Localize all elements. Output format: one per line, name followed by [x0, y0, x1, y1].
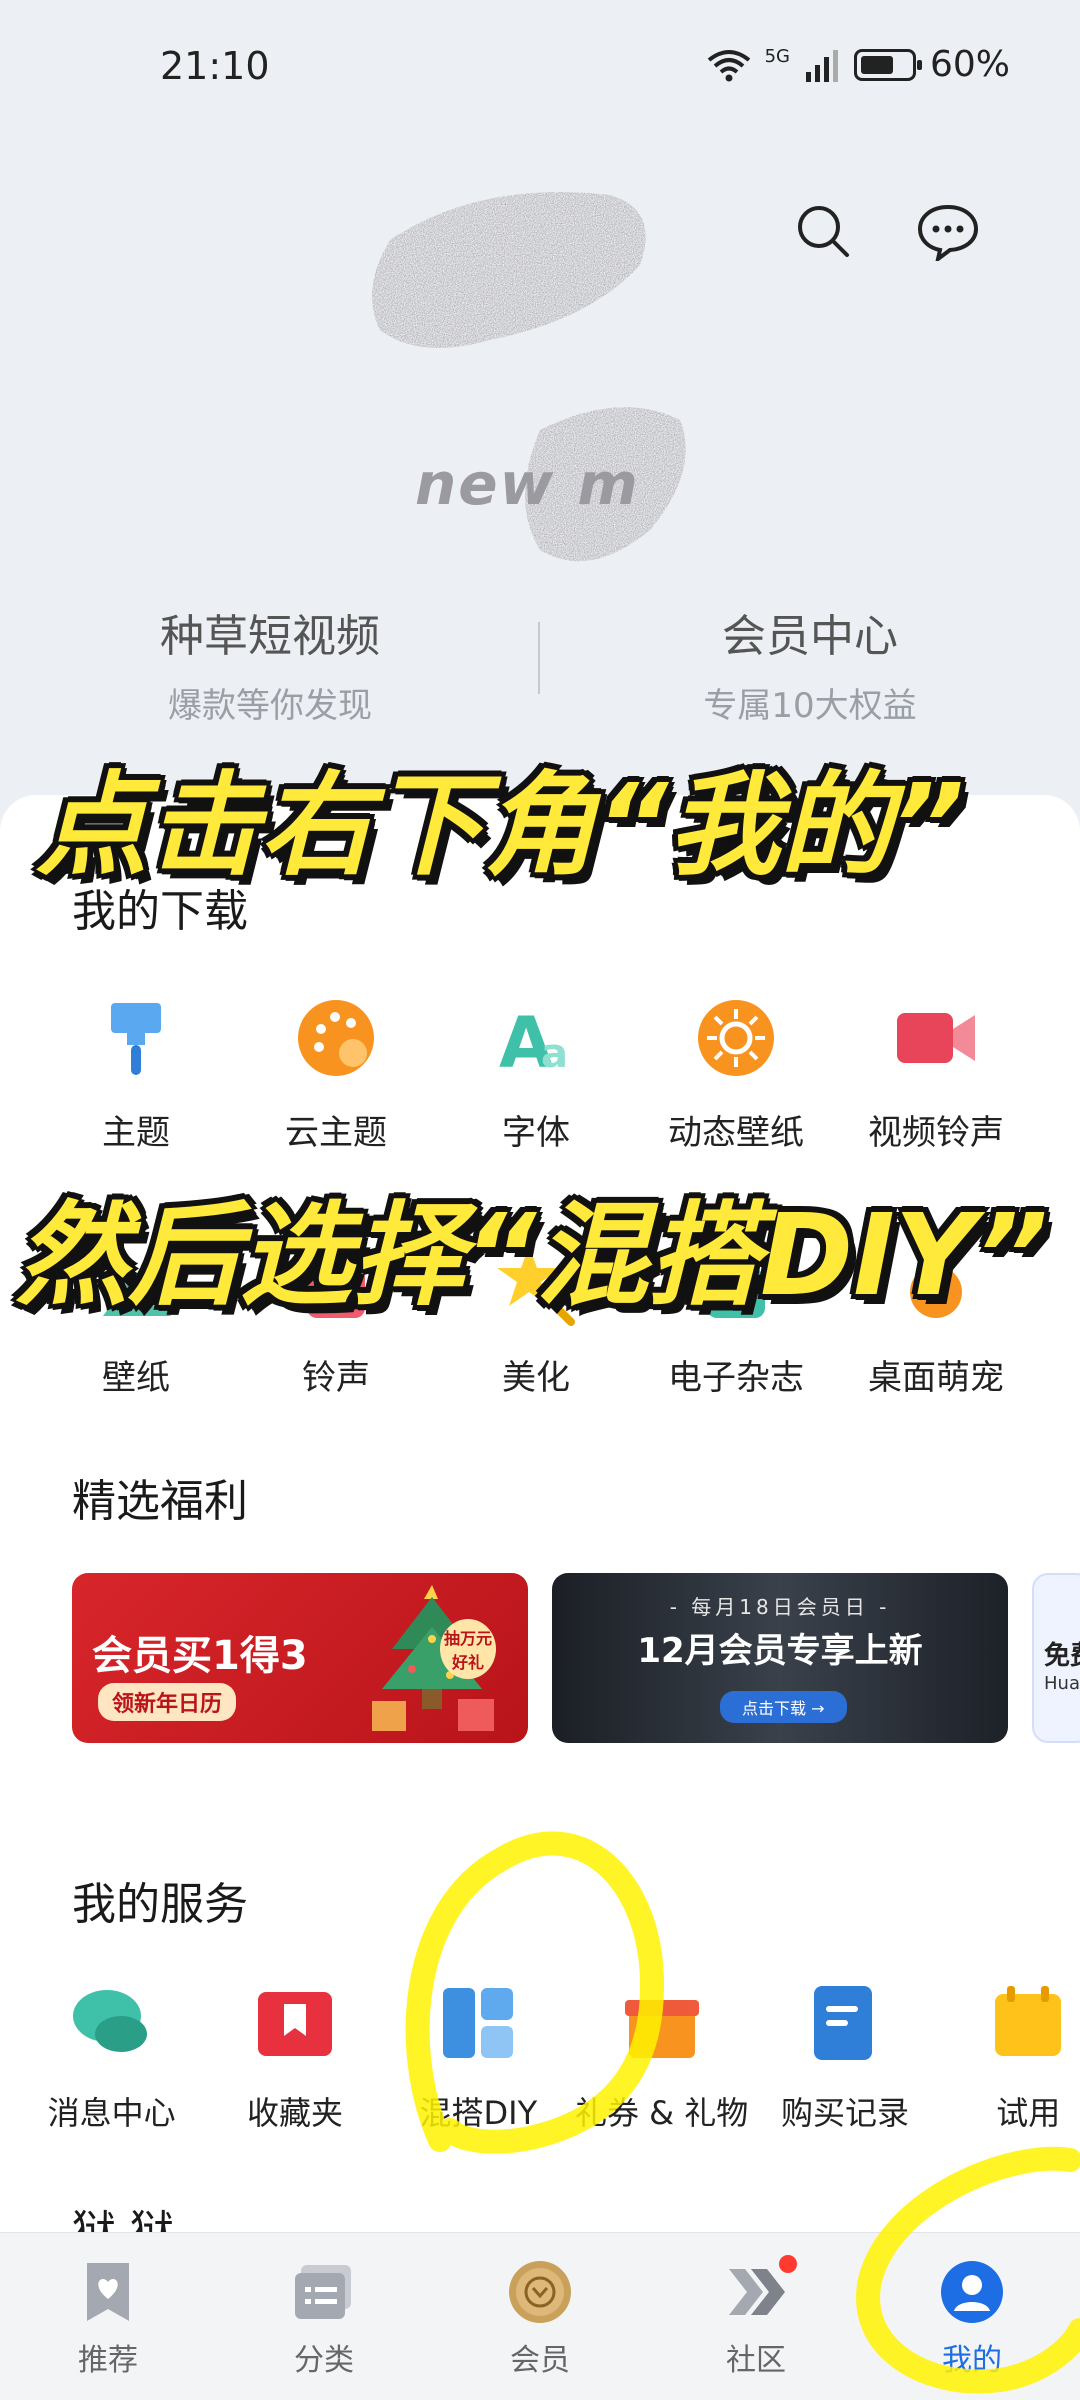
downloads-row-1: 主题 云主题 A a 字体 动态壁纸 视频铃声 [36, 995, 1080, 1154]
section-title-partial: 狱 狱 [72, 2206, 174, 2235]
download-item-live-wallpaper[interactable]: 动态壁纸 [636, 995, 836, 1154]
font-icon: A a [499, 1002, 568, 1081]
download-item-video-ringtone[interactable]: 视频铃声 [836, 995, 1036, 1154]
item-label: 壁纸 [102, 1358, 170, 1398]
item-label: 电子杂志 [668, 1358, 804, 1398]
chat-bubble-icon [917, 204, 979, 261]
wifi-icon [707, 49, 750, 81]
item-label: 收藏夹 [246, 2094, 343, 2132]
recommend-icon [87, 2263, 129, 2321]
svg-text:a: a [541, 1031, 568, 1077]
divider [538, 622, 540, 694]
banner-download-button[interactable]: 点击下载 → [720, 1691, 847, 1723]
service-message-center[interactable]: 消息中心 [20, 1980, 203, 2134]
item-label: 购买记录 [780, 2094, 909, 2132]
promo-short-video[interactable]: 种草短视频 爆款等你发现 [0, 600, 540, 730]
banner-member-day[interactable]: - 每月18日会员日 - 12月会员专享上新 点击下载 → [552, 1573, 1008, 1743]
promo-row: 种草短视频 爆款等你发现 会员中心 专属10大权益 [0, 600, 1080, 730]
item-label: 视频铃声 [868, 1113, 1004, 1153]
banner-headline: 会员买1得3 [92, 1633, 308, 1679]
promo-subtitle: 爆款等你发现 [168, 686, 372, 726]
nav-label: 社区 [726, 2343, 786, 2378]
status-bar: 21:10 5G 60% [0, 0, 1080, 120]
search-icon [798, 206, 849, 257]
tutorial-caption-1: 点击右下角“我的” [36, 761, 965, 891]
signal-icon [805, 49, 838, 82]
battery-icon [853, 48, 922, 81]
community-icon [729, 2269, 785, 2315]
message-button[interactable] [916, 200, 980, 264]
banner-small: Hua [1044, 1673, 1080, 1694]
live-wallpaper-icon [698, 1000, 774, 1076]
highlight-circle-mix-diy [405, 1831, 665, 2154]
item-label: 主题 [102, 1113, 170, 1153]
logo-art [372, 192, 686, 562]
trial-icon [995, 1986, 1062, 2056]
community-icon-wrap [723, 2255, 797, 2325]
header-actions [792, 200, 980, 264]
banner-partial[interactable]: 免费 Hua [1032, 1573, 1080, 1743]
status-icons: 5G 60% [707, 44, 1010, 85]
item-label: 美化 [502, 1358, 570, 1398]
promo-title: 种草短视频 [160, 611, 380, 662]
search-button[interactable] [792, 200, 856, 264]
banner-headline: 12月会员专享上新 [637, 1631, 923, 1671]
banner-text: 免费 [1044, 1641, 1080, 1671]
palette-icon [298, 1000, 374, 1076]
item-label: 云主题 [285, 1113, 387, 1153]
nav-category[interactable]: 分类 [216, 2233, 432, 2400]
item-label: 字体 [502, 1113, 570, 1153]
notification-badge [779, 2255, 797, 2273]
tutorial-caption-2: 然后选择“混搭DIY” [16, 1191, 1049, 1321]
highlight-circle-profile [856, 2146, 1080, 2394]
welfare-banners: 会员买1得3 领新年日历 抽万元好礼 - 每月18日会员日 - 12月会员专享上… [72, 1573, 1080, 1743]
network-type: 5G [764, 46, 790, 67]
service-trial[interactable]: 试用 [937, 1980, 1080, 2134]
purchase-record-icon [813, 1986, 872, 2060]
download-item-font[interactable]: A a 字体 [436, 995, 636, 1154]
nav-vip[interactable]: 会员 [432, 2233, 648, 2400]
item-label: 铃声 [302, 1358, 370, 1398]
service-purchase-records[interactable]: 购买记录 [753, 1980, 936, 2134]
service-favorites[interactable]: 收藏夹 [203, 1980, 386, 2134]
video-ringtone-icon [897, 1013, 975, 1063]
bookmark-icon [257, 1992, 332, 2056]
nav-label: 会员 [510, 2343, 570, 2378]
nav-label: 推荐 [78, 2343, 138, 2378]
download-item-theme[interactable]: 主题 [36, 995, 236, 1154]
banner-member-buy[interactable]: 会员买1得3 领新年日历 抽万元好礼 [72, 1573, 528, 1743]
brush-icon [111, 1003, 161, 1075]
promo-member-center[interactable]: 会员中心 专属10大权益 [540, 600, 1080, 730]
banner-tag: 抽万元好礼 [440, 1619, 496, 1679]
item-label: 动态壁纸 [668, 1113, 804, 1153]
section-title-welfare: 精选福利 [72, 1476, 248, 1527]
status-time: 21:10 [160, 44, 270, 88]
banner-top: - 每月18日会员日 - [669, 1595, 891, 1619]
logo-text: new m [415, 450, 640, 518]
promo-title: 会员中心 [722, 611, 898, 662]
item-label: 桌面萌宠 [868, 1358, 1004, 1398]
message-icon [72, 1990, 147, 2052]
category-icon [295, 2265, 351, 2319]
nav-label: 分类 [294, 2343, 354, 2378]
battery-percent: 60% [929, 44, 1010, 85]
promo-subtitle: 专属10大权益 [703, 686, 917, 726]
download-item-cloud-theme[interactable]: 云主题 [236, 995, 436, 1154]
vip-icon [509, 2261, 571, 2323]
nav-recommend[interactable]: 推荐 [0, 2233, 216, 2400]
item-label: 试用 [996, 2094, 1061, 2132]
item-label: 消息中心 [47, 2094, 176, 2132]
banner-sub: 领新年日历 [98, 1683, 237, 1721]
section-title-services: 我的服务 [72, 1879, 248, 1930]
